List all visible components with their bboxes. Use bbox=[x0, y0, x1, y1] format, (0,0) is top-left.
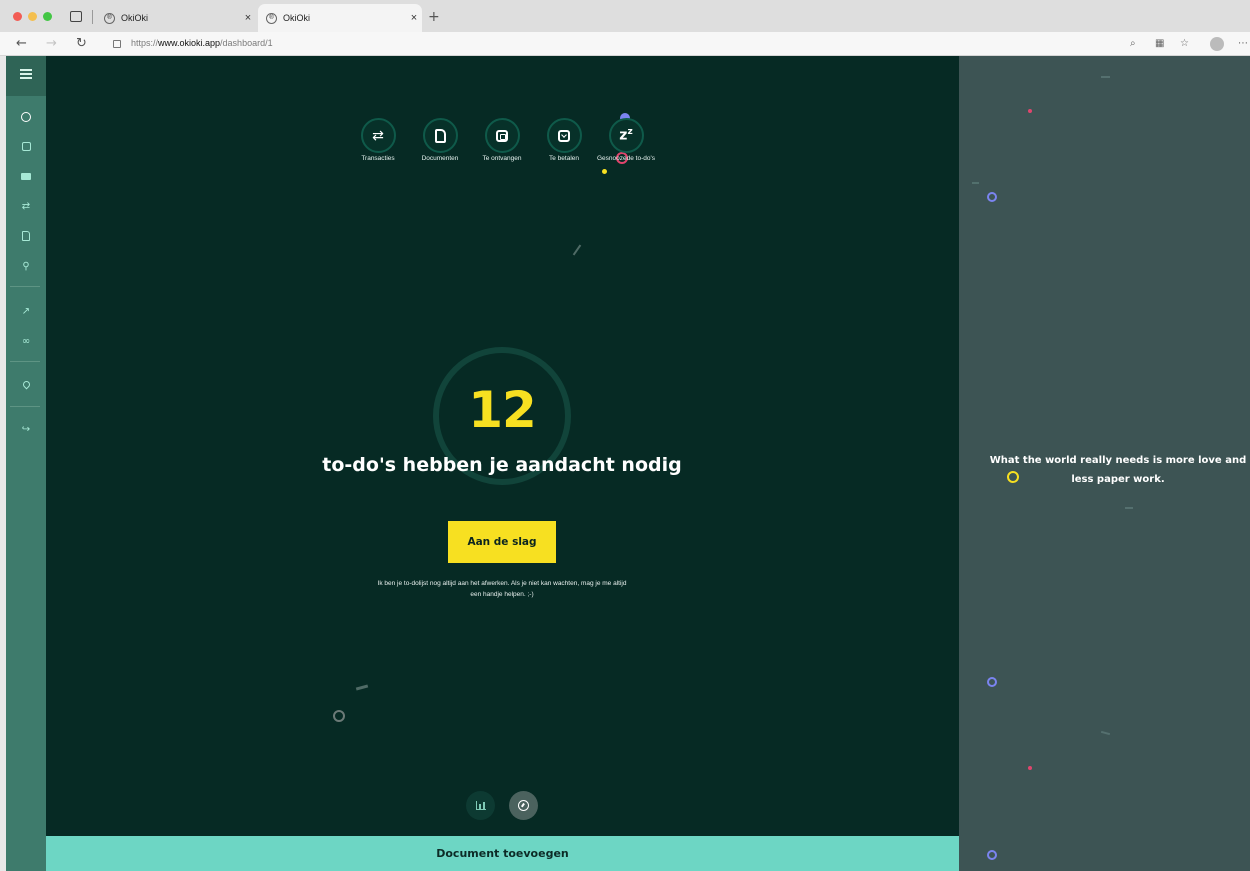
pin-icon bbox=[21, 379, 31, 389]
profile-icon[interactable] bbox=[1210, 37, 1224, 51]
link-icon: ∞ bbox=[21, 335, 31, 347]
tab-title: OkiOki bbox=[283, 13, 310, 23]
favorites-icon[interactable]: ☆ bbox=[1180, 37, 1189, 51]
browser-tab-1[interactable]: ® OkiOki × bbox=[96, 4, 256, 32]
view-toggle-group bbox=[464, 791, 544, 821]
shortcut-documents[interactable]: Documenten bbox=[408, 118, 472, 163]
sidebar-item-documents[interactable] bbox=[6, 224, 46, 248]
dashboard-main: ⇄ Transacties Documenten Te ontvangen Te… bbox=[46, 56, 959, 871]
shortcut-circle bbox=[484, 118, 520, 153]
add-user-icon: ↗ bbox=[21, 305, 31, 317]
todo-headline: to-do's hebben je aandacht nodig bbox=[322, 454, 682, 476]
sidebar-item-dashboard[interactable] bbox=[6, 105, 46, 129]
confetti-ring bbox=[987, 850, 997, 860]
shortcut-circle: ⇄ bbox=[360, 118, 396, 153]
shortcut-circle: zz bbox=[608, 118, 644, 153]
sidebar-item-transactions[interactable]: ⇄ bbox=[6, 194, 46, 218]
left-sidebar: ⇄ ⚲ ↗ ∞ ↪ bbox=[0, 56, 46, 871]
confetti-dot bbox=[1028, 109, 1032, 113]
receive-document-icon bbox=[496, 129, 508, 142]
tab-close-icon[interactable]: × bbox=[406, 12, 422, 24]
confetti-line bbox=[1100, 730, 1111, 736]
sidebar-item-add-user[interactable]: ↗ bbox=[6, 299, 46, 323]
shortcut-label: Transacties bbox=[361, 155, 395, 162]
sidebar-divider bbox=[10, 406, 40, 407]
gauge-icon bbox=[518, 800, 529, 811]
chart-view-button[interactable] bbox=[466, 791, 495, 820]
confetti-line bbox=[355, 684, 369, 691]
reload-icon[interactable]: ↻ bbox=[76, 36, 87, 52]
confetti-ring bbox=[987, 192, 997, 202]
shortcut-label: Te ontvangen bbox=[482, 155, 522, 162]
document-icon bbox=[22, 231, 30, 241]
pay-document-icon bbox=[558, 129, 570, 142]
sidebar-item-todos[interactable] bbox=[6, 134, 46, 158]
confetti-dot bbox=[602, 169, 607, 174]
shortcut-circle bbox=[546, 118, 582, 153]
search-icon[interactable]: ⌕ bbox=[1130, 37, 1136, 51]
maximize-window-button[interactable] bbox=[43, 12, 52, 21]
card-icon bbox=[21, 172, 31, 180]
sidebar-item-logout[interactable]: ↪ bbox=[6, 417, 46, 441]
sidebar-toggle-icon[interactable] bbox=[70, 11, 82, 22]
tab-close-icon[interactable]: × bbox=[240, 12, 256, 24]
document-icon bbox=[434, 128, 446, 143]
lock-icon bbox=[113, 40, 121, 48]
confetti-line bbox=[572, 244, 582, 256]
quote-panel: What the world really needs is more love… bbox=[959, 56, 1250, 871]
sidebar-divider bbox=[10, 286, 40, 287]
confetti-line bbox=[1125, 507, 1133, 509]
new-tab-button[interactable]: + bbox=[428, 9, 440, 25]
tab-title: OkiOki bbox=[121, 13, 148, 23]
close-window-button[interactable] bbox=[13, 12, 22, 21]
sidebar-item-contacts[interactable]: ⚲ bbox=[6, 254, 46, 278]
confetti-line bbox=[1101, 76, 1110, 78]
gauge-icon bbox=[21, 112, 31, 122]
todo-count: 12 bbox=[468, 381, 537, 439]
gauge-view-button[interactable] bbox=[509, 791, 538, 820]
shortcut-to-receive[interactable]: Te ontvangen bbox=[470, 118, 534, 163]
transfer-arrows-icon: ⇄ bbox=[372, 127, 384, 144]
shortcut-label: Te betalen bbox=[549, 155, 579, 162]
confetti-line bbox=[972, 182, 979, 184]
confetti-ring bbox=[987, 677, 997, 687]
favicon-icon: ® bbox=[266, 12, 277, 24]
shortcut-circle bbox=[422, 118, 458, 153]
sidebar-item-payments[interactable] bbox=[6, 164, 46, 188]
snooze-icon: zz bbox=[619, 127, 633, 144]
more-icon[interactable]: ⋯ bbox=[1238, 37, 1248, 51]
confetti-dot bbox=[1028, 766, 1032, 770]
browser-tab-2-active[interactable]: ® OkiOki × bbox=[258, 4, 422, 32]
transfer-arrows-icon: ⇄ bbox=[21, 200, 31, 212]
browser-tab-bar: ® OkiOki × ® OkiOki × + bbox=[0, 0, 1250, 32]
shortcut-label: Documenten bbox=[421, 155, 459, 162]
address-bar: ← → ↻ https://www.okioki.app/dashboard/1… bbox=[0, 32, 1250, 56]
shortcut-snoozed-todos[interactable]: zz Gesnoozede to-do's bbox=[594, 118, 658, 163]
todo-help-text: Ik ben je to-dolijst nog altijd aan het … bbox=[377, 580, 627, 598]
sidebar-item-integrations[interactable]: ∞ bbox=[6, 329, 46, 353]
back-arrow-icon[interactable]: ← bbox=[16, 36, 27, 52]
tab-separator bbox=[92, 10, 93, 24]
shortcut-label: Gesnoozede to-do's bbox=[597, 155, 655, 162]
shortcut-to-pay[interactable]: Te betalen bbox=[532, 118, 596, 163]
confetti-ring bbox=[333, 710, 345, 722]
logout-icon: ↪ bbox=[21, 423, 31, 435]
shortcut-transactions[interactable]: ⇄ Transacties bbox=[346, 118, 410, 163]
hamburger-icon bbox=[20, 69, 32, 79]
add-document-button[interactable]: Document toevoegen bbox=[46, 836, 959, 871]
minimize-window-button[interactable] bbox=[28, 12, 37, 21]
checkbox-icon bbox=[21, 141, 31, 151]
sidebar-divider bbox=[10, 361, 40, 362]
forward-arrow-icon[interactable]: → bbox=[46, 36, 57, 52]
user-icon: ⚲ bbox=[22, 260, 30, 272]
menu-button[interactable] bbox=[6, 56, 46, 96]
favicon-icon: ® bbox=[104, 12, 115, 24]
bar-chart-icon bbox=[475, 801, 486, 810]
reader-view-icon[interactable]: ▦ bbox=[1155, 37, 1164, 51]
quote-text: What the world really needs is more love… bbox=[989, 455, 1247, 485]
get-started-button[interactable]: Aan de slag bbox=[448, 521, 556, 563]
sidebar-item-location[interactable] bbox=[6, 372, 46, 396]
url-field[interactable]: https://www.okioki.app/dashboard/1 bbox=[131, 38, 273, 48]
